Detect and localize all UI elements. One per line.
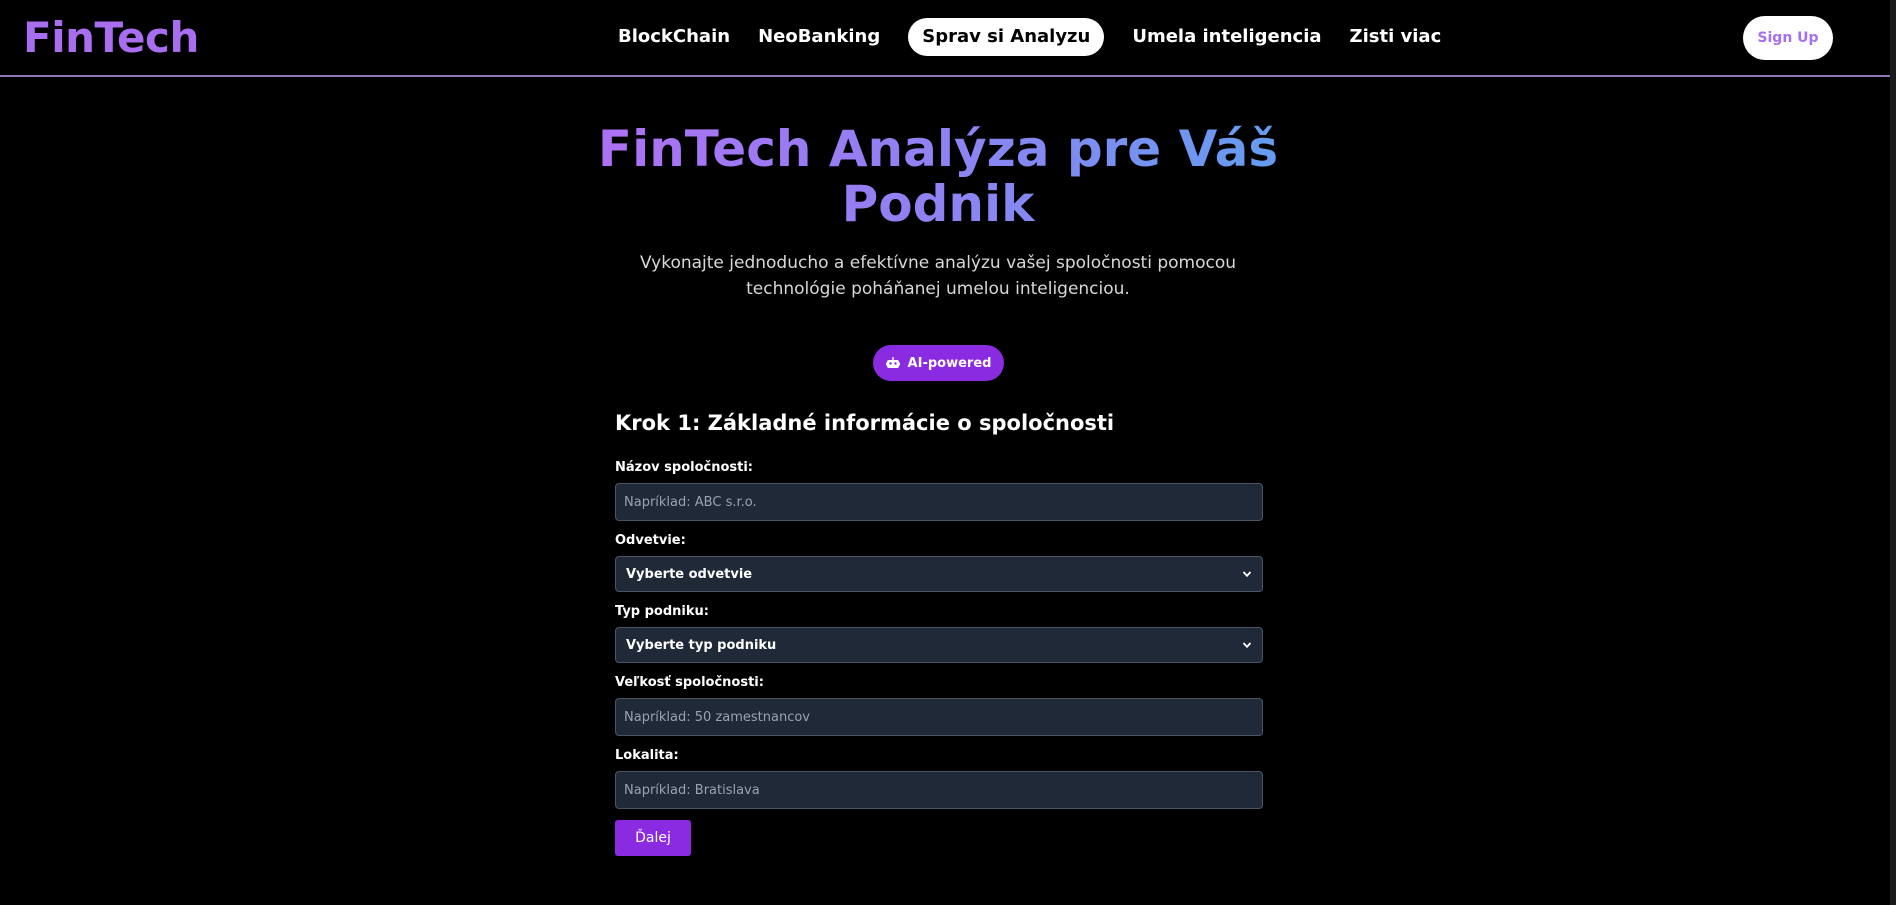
company-name-group: Názov spoločnosti: — [615, 458, 1263, 521]
hero-subtitle-line2: technológie poháňanej umelou inteligenci… — [746, 279, 1130, 299]
hero-subtitle: Vykonajte jednoducho a efektívne analýzu… — [598, 250, 1278, 302]
ai-powered-badge: AI-powered — [873, 345, 1004, 381]
nav-item-sprav-si-analyzu[interactable]: Sprav si Analyzu — [908, 18, 1105, 56]
industry-select-value: Vyberte odvetvie — [626, 566, 753, 582]
scrollbar[interactable] — [1890, 0, 1896, 905]
location-group: Lokalita: — [615, 746, 1263, 809]
company-size-input[interactable] — [615, 698, 1263, 736]
nav-item-zisti-viac[interactable]: Zisti viac — [1336, 18, 1456, 56]
step-title: Krok 1: Základné informácie o spoločnost… — [615, 411, 1115, 435]
company-name-label: Názov spoločnosti: — [615, 460, 754, 475]
hero-title-line1: FinTech Analýza pre Váš — [597, 120, 1279, 178]
hero-subtitle-line1: Vykonajte jednoducho a efektívne analýzu… — [639, 253, 1237, 273]
top-navbar: FinTech BlockChain NeoBanking Sprav si A… — [0, 0, 1890, 77]
business-type-group: Typ podniku: Vyberte typ podniku — [615, 602, 1263, 663]
location-label: Lokalita: — [615, 748, 679, 763]
business-type-label: Typ podniku: — [615, 604, 709, 619]
business-type-select[interactable]: Vyberte typ podniku — [615, 627, 1263, 663]
company-size-group: Veľkosť spoločnosti: — [615, 673, 1263, 736]
main-nav: BlockChain NeoBanking Sprav si Analyzu U… — [604, 18, 1455, 56]
chevron-down-icon — [1242, 571, 1252, 578]
sign-up-button[interactable]: Sign Up — [1743, 16, 1833, 60]
analysis-form: Krok 1: Základné informácie o spoločnost… — [615, 405, 1263, 856]
chevron-down-icon — [1242, 642, 1252, 649]
company-size-label: Veľkosť spoločnosti: — [615, 675, 764, 690]
industry-label: Odvetvie: — [615, 533, 686, 548]
page: FinTech BlockChain NeoBanking Sprav si A… — [0, 0, 1896, 905]
industry-group: Odvetvie: Vyberte odvetvie — [615, 531, 1263, 592]
robot-icon — [885, 357, 900, 368]
logo[interactable]: FinTech — [23, 12, 199, 64]
location-input[interactable] — [615, 771, 1263, 809]
nav-item-umela-inteligencia[interactable]: Umela inteligencia — [1118, 18, 1335, 56]
nav-item-blockchain[interactable]: BlockChain — [604, 18, 744, 56]
hero-title-line2: Podnik — [841, 175, 1035, 233]
next-button[interactable]: Ďalej — [615, 820, 691, 856]
industry-select[interactable]: Vyberte odvetvie — [615, 556, 1263, 592]
company-name-input[interactable] — [615, 483, 1263, 521]
nav-item-neobanking[interactable]: NeoBanking — [744, 18, 894, 56]
ai-powered-label: AI-powered — [907, 355, 992, 371]
business-type-select-value: Vyberte typ podniku — [626, 637, 777, 653]
hero-title: FinTech Analýza pre Váš Podnik — [548, 122, 1328, 232]
